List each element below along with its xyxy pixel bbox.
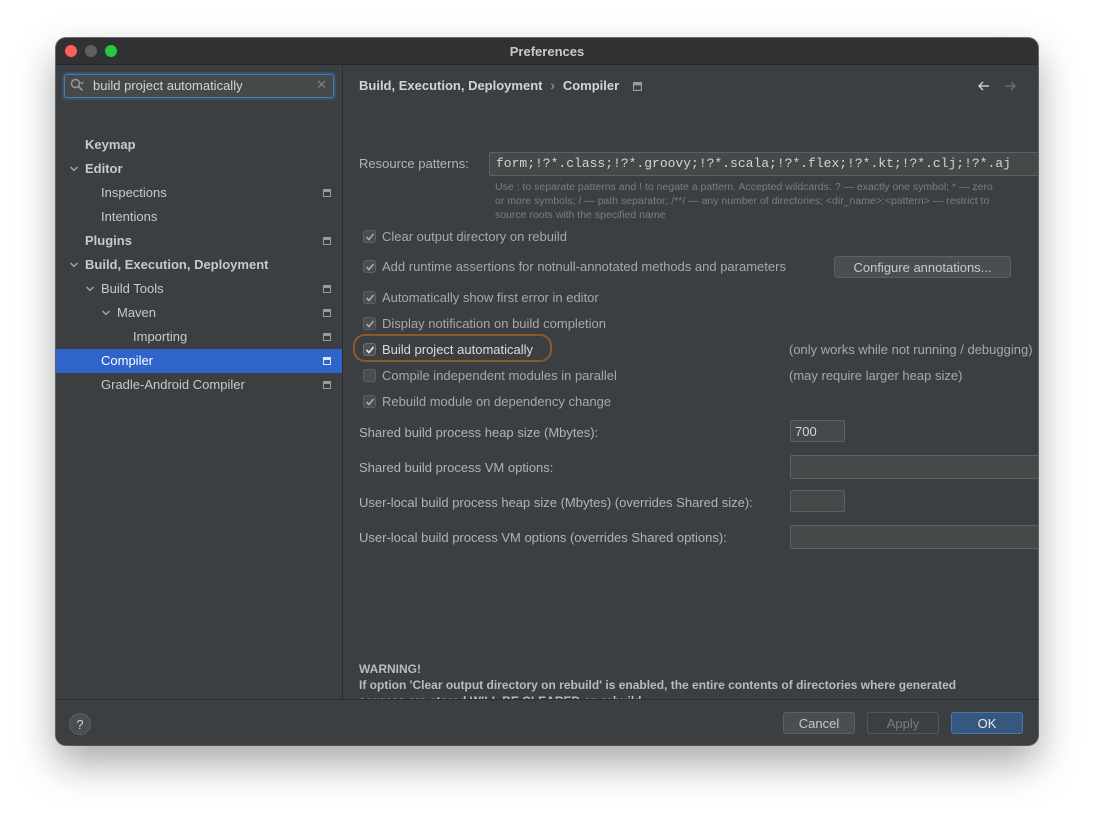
hint-line: source roots with the specified name xyxy=(495,209,666,221)
breadcrumb-parent[interactable]: Build, Execution, Deployment xyxy=(359,78,542,93)
rebuild-on-dependency-checkbox[interactable] xyxy=(363,395,376,408)
settings-search[interactable]: ✕ xyxy=(64,74,334,98)
search-icon xyxy=(70,78,84,92)
rebuild-on-dependency-label[interactable]: Rebuild module on dependency change xyxy=(382,394,611,409)
chevron-down-icon[interactable] xyxy=(69,260,79,270)
cancel-button[interactable]: Cancel xyxy=(783,712,855,734)
clear-icon[interactable]: ✕ xyxy=(316,77,327,93)
build-automatically-note: (only works while not running / debuggin… xyxy=(789,342,1033,357)
breadcrumb: Build, Execution, Deployment › Compiler xyxy=(359,78,642,93)
chevron-down-icon[interactable] xyxy=(101,308,111,318)
shared-vm-label: Shared build process VM options: xyxy=(359,460,554,475)
sidebar-item-gradle-android-compiler[interactable]: Gradle-Android Compiler xyxy=(56,373,342,397)
project-scope-icon xyxy=(323,285,331,293)
warning-title: WARNING! xyxy=(359,662,421,676)
build-project-automatically-checkbox[interactable] xyxy=(363,343,376,356)
project-scope-icon xyxy=(323,333,331,341)
clear-output-label[interactable]: Clear output directory on rebuild xyxy=(382,229,567,244)
apply-button[interactable]: Apply xyxy=(867,712,939,734)
sidebar-item-editor[interactable]: Editor xyxy=(56,157,342,181)
show-first-error-checkbox[interactable] xyxy=(363,291,376,304)
sidebar-item-maven[interactable]: Maven xyxy=(56,301,342,325)
project-scope-icon xyxy=(323,189,331,197)
checkmark-icon xyxy=(365,233,375,241)
project-scope-icon xyxy=(323,237,331,245)
resource-patterns-field[interactable]: form;!?*.class;!?*.groovy;!?*.scala;!?*.… xyxy=(489,152,1038,176)
checkmark-icon xyxy=(365,398,375,406)
shared-heap-value: 700 xyxy=(795,424,817,439)
help-button[interactable]: ? xyxy=(69,713,91,735)
compiler-settings-panel: Build, Execution, Deployment › Compiler Re… xyxy=(343,65,1038,708)
sidebar-item-importing[interactable]: Importing xyxy=(56,325,342,349)
sidebar-item-plugins[interactable]: Plugins xyxy=(56,229,342,253)
build-notification-label[interactable]: Display notification on build completion xyxy=(382,316,606,331)
show-first-error-label[interactable]: Automatically show first error in editor xyxy=(382,290,599,305)
checkmark-icon xyxy=(365,294,375,302)
build-project-automatically-label[interactable]: Build project automatically xyxy=(382,342,533,357)
shared-heap-field[interactable]: 700 xyxy=(790,420,845,442)
window-title: Preferences xyxy=(509,44,585,59)
chevron-down-icon[interactable] xyxy=(85,284,95,294)
breadcrumb-separator-icon: › xyxy=(550,78,555,93)
configure-annotations-button[interactable]: Configure annotations... xyxy=(834,256,1011,278)
user-vm-label: User-local build process VM options (ove… xyxy=(359,530,727,545)
resource-patterns-value: form;!?*.class;!?*.groovy;!?*.scala;!?*.… xyxy=(496,156,1011,171)
project-scope-icon xyxy=(632,82,642,92)
sidebar-item-keymap[interactable]: Keymap xyxy=(56,133,342,157)
parallel-compile-note: (may require larger heap size) xyxy=(789,368,963,383)
dialog-footer: ? Cancel Apply OK xyxy=(56,699,1038,745)
resource-patterns-hint: Use ; to separate patterns and ! to nega… xyxy=(495,180,1035,222)
forward-arrow-icon[interactable] xyxy=(1002,78,1018,94)
shared-heap-label: Shared build process heap size (Mbytes): xyxy=(359,425,599,440)
user-vm-field[interactable] xyxy=(790,525,1038,549)
sidebar-item-compiler[interactable]: Compiler xyxy=(56,349,342,373)
runtime-assertions-label[interactable]: Add runtime assertions for notnull-annot… xyxy=(382,259,786,274)
resource-patterns-label: Resource patterns: xyxy=(359,156,469,171)
search-input[interactable] xyxy=(93,77,308,94)
title-bar: Preferences xyxy=(56,38,1038,65)
breadcrumb-current: Compiler xyxy=(562,78,620,93)
user-heap-field[interactable] xyxy=(790,490,845,512)
user-heap-label: User-local build process heap size (Mbyt… xyxy=(359,495,753,510)
settings-sidebar: ✕ Keymap Editor Inspections Intentions P… xyxy=(56,65,343,699)
project-scope-icon xyxy=(323,309,331,317)
sidebar-item-build-tools[interactable]: Build Tools xyxy=(56,277,342,301)
preferences-window: Preferences ✕ Keymap Editor Inspections … xyxy=(56,38,1038,745)
hint-line: or more symbols; / — path separator; /**… xyxy=(495,195,990,207)
checkmark-icon xyxy=(365,320,375,328)
sidebar-item-build-execution-deployment[interactable]: Build, Execution, Deployment xyxy=(56,253,342,277)
project-scope-icon xyxy=(323,381,331,389)
project-scope-icon xyxy=(323,357,331,365)
sidebar-item-intentions[interactable]: Intentions xyxy=(56,205,342,229)
build-notification-checkbox[interactable] xyxy=(363,317,376,330)
warning-line: If option 'Clear output directory on reb… xyxy=(359,678,957,692)
clear-output-checkbox[interactable] xyxy=(363,230,376,243)
shared-vm-field[interactable] xyxy=(790,455,1038,479)
parallel-compile-label[interactable]: Compile independent modules in parallel xyxy=(382,368,617,383)
hint-line: Use ; to separate patterns and ! to nega… xyxy=(495,181,993,193)
runtime-assertions-checkbox[interactable] xyxy=(363,260,376,273)
back-arrow-icon[interactable] xyxy=(976,78,992,94)
chevron-down-icon[interactable] xyxy=(69,164,79,174)
parallel-compile-checkbox[interactable] xyxy=(363,369,376,382)
checkmark-icon xyxy=(365,263,375,271)
ok-button[interactable]: OK xyxy=(951,712,1023,734)
checkmark-icon xyxy=(365,346,375,354)
sidebar-item-inspections[interactable]: Inspections xyxy=(56,181,342,205)
